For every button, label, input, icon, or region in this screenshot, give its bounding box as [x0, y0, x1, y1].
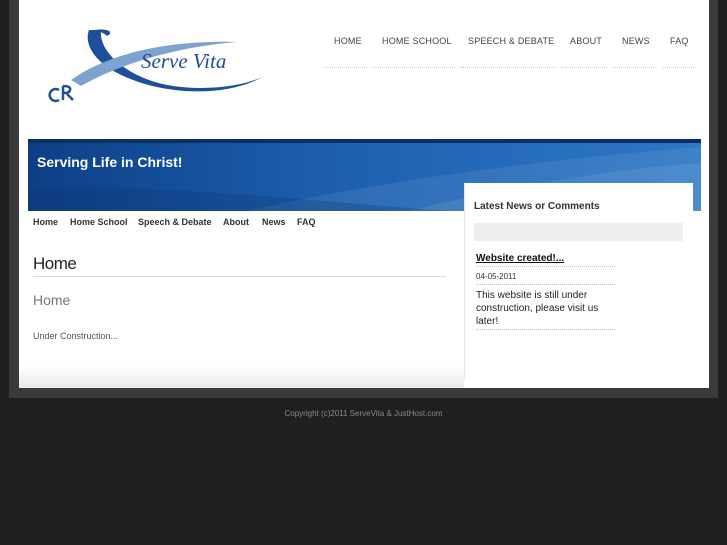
sidebar-title: Latest News or Comments — [474, 201, 600, 212]
topnav-about[interactable]: ABOUT — [570, 36, 602, 46]
news-item-link[interactable]: Website created!... — [476, 253, 564, 264]
page-title: Home — [33, 254, 77, 273]
news-item-text: This website is still under construction… — [476, 290, 599, 327]
page-body-text: Under Construction... — [33, 331, 119, 341]
topnav-faq[interactable]: FAQ — [670, 36, 689, 46]
subnav-home-school[interactable]: Home School — [70, 217, 128, 227]
news-divider — [476, 266, 615, 267]
topnav-speech-debate[interactable]: SPEECH & DEBATE — [468, 36, 554, 46]
section-heading: Home — [33, 292, 71, 308]
news-sidebar: Latest News or Comments Website created!… — [464, 183, 693, 380]
nav-divider — [460, 67, 556, 68]
page-container: Serve Vita HOME HOME SCHOOL SPEECH & DEB… — [19, 0, 709, 388]
nav-divider — [561, 67, 607, 68]
footer-copyright: Copyright (c)2011 ServeVita & JustHost.c… — [284, 409, 443, 418]
news-divider — [476, 284, 615, 285]
subnav-faq[interactable]: FAQ — [297, 217, 316, 227]
news-divider — [476, 329, 615, 330]
nav-divider — [663, 67, 696, 68]
subnav-home[interactable]: Home — [33, 217, 58, 227]
topnav-home[interactable]: HOME — [334, 36, 362, 46]
nav-divider — [372, 67, 455, 68]
topnav-news[interactable]: NEWS — [622, 36, 650, 46]
topnav-home-school[interactable]: HOME SCHOOL — [382, 36, 452, 46]
top-navigation: HOME HOME SCHOOL SPEECH & DEBATE ABOUT N… — [19, 36, 709, 76]
content-footer-shade — [19, 366, 464, 388]
sidebar-header-box — [474, 223, 683, 241]
banner-title: Serving Life in Christ! — [37, 154, 183, 170]
nav-divider — [613, 67, 656, 68]
subnav-speech-debate[interactable]: Speech & Debate — [138, 217, 212, 227]
news-item-date: 04-05-2011 — [476, 272, 517, 281]
subnav-news[interactable]: News — [262, 217, 286, 227]
title-divider — [33, 276, 446, 277]
nav-divider — [324, 67, 367, 68]
subnav-about[interactable]: About — [223, 217, 249, 227]
